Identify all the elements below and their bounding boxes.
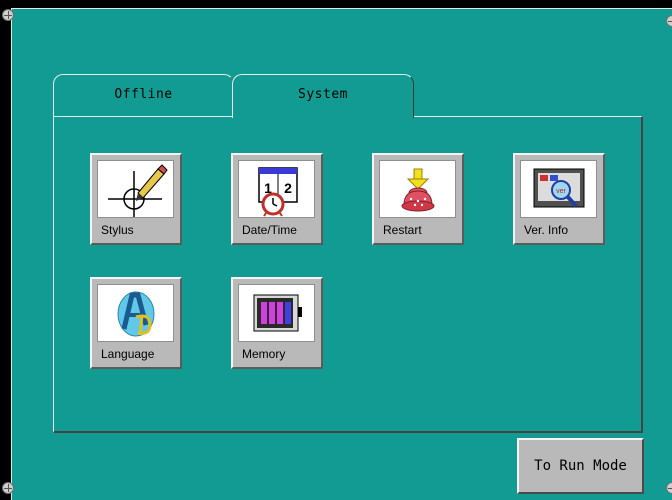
- stylus-button[interactable]: Stylus: [90, 153, 182, 245]
- restart-button[interactable]: Restart: [372, 153, 464, 245]
- screen: Offline System Stylus 1 2 Date/Time Rest…: [0, 0, 672, 500]
- language-icon: [97, 284, 174, 342]
- tile-label: Date/Time: [242, 223, 297, 237]
- version-info-button[interactable]: ver Ver. Info: [513, 153, 605, 245]
- language-button[interactable]: Language: [90, 277, 182, 369]
- tile-label: Language: [101, 347, 155, 361]
- screw-top-right: [666, 15, 672, 27]
- tab-system[interactable]: System: [232, 74, 414, 118]
- version-info-icon: ver: [520, 160, 597, 218]
- memory-button[interactable]: Memory: [231, 277, 323, 369]
- tile-label: Restart: [383, 223, 422, 237]
- svg-text:ver: ver: [556, 188, 566, 195]
- screw-bottom-right: [666, 482, 672, 494]
- calendar-clock-icon: 1 2: [238, 160, 315, 218]
- tile-label: Ver. Info: [524, 223, 569, 237]
- tile-label: Stylus: [101, 223, 134, 237]
- tab-offline[interactable]: Offline: [53, 74, 234, 116]
- to-run-mode-button[interactable]: To Run Mode: [517, 438, 644, 494]
- screw-bottom-left: [2, 482, 14, 494]
- calendar-right-digit: 2: [284, 180, 292, 196]
- restart-icon: [379, 160, 456, 218]
- screw-top-left: [2, 9, 14, 21]
- date-time-button[interactable]: 1 2 Date/Time: [231, 153, 323, 245]
- system-tab-content: Stylus 1 2 Date/Time Restart ver Ver. In…: [53, 116, 643, 433]
- memory-icon: [238, 284, 315, 342]
- stylus-icon: [97, 160, 174, 218]
- tile-label: Memory: [242, 347, 286, 361]
